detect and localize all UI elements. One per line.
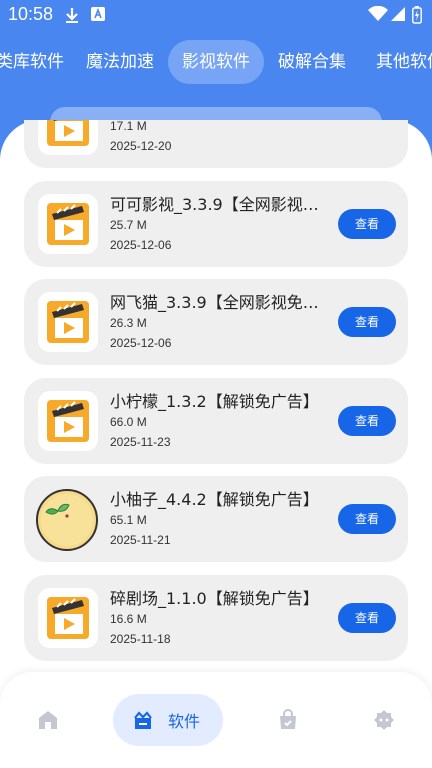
item-date: 2025-11-23 — [110, 435, 171, 449]
tab-video-software[interactable]: 影视软件 — [168, 40, 264, 84]
status-bar: 10:58 — [0, 0, 432, 30]
home-icon — [36, 708, 60, 736]
item-name: 小柠檬_1.3.2【解锁免广告】 — [110, 392, 319, 411]
wifi-icon — [368, 5, 388, 26]
app-a-icon — [90, 6, 106, 26]
tab-library-software[interactable]: 类库软件 — [0, 40, 74, 84]
list-item[interactable]: 17.1 M 2025-12-20 查看 — [24, 120, 408, 168]
signal-icon — [390, 6, 406, 26]
item-name: 网飞猫_3.3.9【全网影视免费看】 — [110, 293, 325, 312]
item-date: 2025-12-06 — [110, 238, 172, 252]
view-button[interactable]: 查看 — [338, 307, 396, 337]
bag-icon — [276, 708, 300, 736]
tab-magic-acceleration[interactable]: 魔法加速 — [76, 40, 164, 84]
item-size: 26.3 M — [110, 316, 147, 330]
bottom-nav: 软件 — [0, 672, 432, 768]
item-size: 65.1 M — [110, 513, 147, 527]
clapper-play-icon — [38, 194, 98, 254]
battery-icon — [412, 6, 422, 28]
download-icon — [64, 6, 80, 28]
clapper-play-icon — [38, 120, 98, 155]
list-item[interactable]: 可可影视_3.3.9【全网影视免费看】 25.7 M 2025-12-06 查看 — [24, 181, 408, 267]
clapper-play-icon — [38, 292, 98, 352]
app-list[interactable]: 17.1 M 2025-12-20 查看 可可影视_3.3.9【全网影视免费看】… — [0, 120, 432, 670]
view-button[interactable]: 查看 — [338, 406, 396, 436]
software-icon — [131, 708, 155, 736]
nav-profile[interactable] — [362, 694, 406, 746]
item-date: 2025-12-20 — [110, 139, 172, 153]
clapper-play-icon — [38, 391, 98, 451]
list-item[interactable]: 小柚子_4.4.2【解锁免广告】 65.1 M 2025-11-21 查看 — [24, 476, 408, 562]
item-size: 25.7 M — [110, 218, 147, 232]
item-name: 碎剧场_1.1.0【解锁免广告】 — [110, 589, 319, 608]
tab-cracked-collection[interactable]: 破解合集 — [268, 40, 356, 84]
nav-home[interactable] — [26, 694, 70, 746]
category-tabs: 类库软件 魔法加速 影视软件 破解合集 其他软件 — [0, 40, 432, 84]
nav-software-label: 软件 — [168, 712, 201, 731]
item-size: 17.1 M — [110, 120, 147, 133]
item-name: 可可影视_3.3.9【全网影视免费看】 — [110, 195, 325, 214]
status-time: 10:58 — [8, 4, 54, 24]
item-date: 2025-11-18 — [110, 632, 171, 646]
nav-software[interactable]: 软件 — [113, 694, 223, 746]
view-button[interactable]: 查看 — [338, 603, 396, 633]
robot-icon — [372, 708, 396, 736]
item-size: 66.0 M — [110, 415, 147, 429]
nav-bag[interactable] — [266, 694, 310, 746]
tab-other-software[interactable]: 其他软件 — [366, 40, 432, 84]
clapper-play-icon — [38, 588, 98, 648]
item-name: 小柚子_4.4.2【解锁免广告】 — [110, 490, 319, 509]
view-button[interactable]: 查看 — [338, 209, 396, 239]
list-item[interactable]: 网飞猫_3.3.9【全网影视免费看】 26.3 M 2025-12-06 查看 — [24, 279, 408, 365]
view-button[interactable]: 查看 — [338, 504, 396, 534]
list-item[interactable]: 小柠檬_1.3.2【解锁免广告】 66.0 M 2025-11-23 查看 — [24, 378, 408, 464]
list-item[interactable]: 碎剧场_1.1.0【解锁免广告】 16.6 M 2025-11-18 查看 — [24, 575, 408, 661]
item-date: 2025-12-06 — [110, 336, 172, 350]
item-size: 16.6 M — [110, 612, 147, 626]
grapefruit-icon — [36, 489, 98, 551]
item-date: 2025-11-21 — [110, 533, 171, 547]
